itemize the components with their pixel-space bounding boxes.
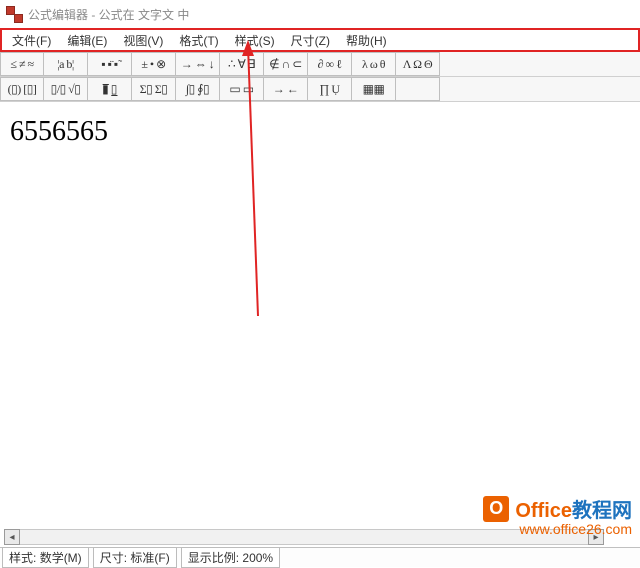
watermark-logo-icon: O — [483, 496, 509, 522]
template-toolbar-2: (▯) [▯] ▯/▯ √▯ ▮̅ ▯̲ Σ▯ Σ▯ ∫▯ ∮▯ ▭ ▭ → ←… — [0, 77, 640, 102]
menu-bar: 文件(F) 编辑(E) 视图(V) 格式(T) 样式(S) 尺寸(Z) 帮助(H… — [0, 28, 640, 52]
template-matrix-icon[interactable]: ▦▦ — [352, 77, 396, 101]
palette-operators-icon[interactable]: ± • ⊗ — [132, 52, 176, 76]
status-bar: 样式: 数学(M) 尺寸: 标准(F) 显示比例: 200% — [0, 547, 640, 567]
palette-greek-upper-icon[interactable]: Λ Ω Θ — [396, 52, 440, 76]
menu-view[interactable]: 视图(V) — [115, 30, 171, 51]
template-box-icon[interactable]: ▭ ▭ — [220, 77, 264, 101]
menu-size[interactable]: 尺寸(Z) — [283, 30, 338, 51]
app-icon — [6, 6, 22, 22]
status-size: 尺寸: 标准(F) — [93, 547, 177, 568]
menu-help[interactable]: 帮助(H) — [338, 30, 395, 51]
status-zoom-value: 200% — [242, 551, 273, 565]
palette-relational-icon[interactable]: ≤ ≠ ≈ — [0, 52, 44, 76]
editor-canvas[interactable]: 6556565 — [0, 102, 640, 543]
title-bar: 公式编辑器 - 公式在 文字文 中 — [0, 0, 640, 28]
palette-accents-icon[interactable]: ▪ ▪̈ ▪̃ — [88, 52, 132, 76]
status-zoom: 显示比例: 200% — [181, 547, 280, 568]
menu-style[interactable]: 样式(S) — [227, 30, 283, 51]
watermark-brand-b: 教程网 — [572, 500, 632, 522]
palette-arrows-icon[interactable]: → ⇔ ↓ — [176, 52, 220, 76]
menu-file[interactable]: 文件(F) — [4, 30, 59, 51]
menu-edit[interactable]: 编辑(E) — [59, 30, 115, 51]
palette-fences-icon[interactable]: ¦a b¦ — [44, 52, 88, 76]
watermark-url: www.office26.com — [483, 521, 632, 537]
watermark: O Office教程网 www.office26.com — [483, 494, 632, 537]
menu-format[interactable]: 格式(T) — [171, 30, 226, 51]
template-brackets-icon[interactable]: (▯) [▯] — [0, 77, 44, 101]
symbol-toolbar-1: ≤ ≠ ≈ ¦a b¦ ▪ ▪̈ ▪̃ ± • ⊗ → ⇔ ↓ ∴ ∀ ∃ ∉ … — [0, 52, 640, 77]
status-style-label: 样式: — [9, 551, 36, 565]
watermark-brand-a: Office — [515, 500, 572, 522]
window-title: 公式编辑器 - 公式在 文字文 中 — [28, 6, 189, 23]
scroll-left-button[interactable]: ◂ — [4, 529, 20, 545]
template-overunder-icon[interactable]: ▮̅ ▯̲ — [88, 77, 132, 101]
template-integral-icon[interactable]: ∫▯ ∮▯ — [176, 77, 220, 101]
palette-logic-icon[interactable]: ∴ ∀ ∃ — [220, 52, 264, 76]
status-size-label: 尺寸: — [100, 551, 127, 565]
template-product-icon[interactable]: ∏ Ụ — [308, 77, 352, 101]
formula-text: 6556565 — [10, 116, 108, 147]
template-blank-icon[interactable] — [396, 77, 440, 101]
template-fraction-icon[interactable]: ▯/▯ √▯ — [44, 77, 88, 101]
palette-settheory-icon[interactable]: ∉ ∩ ⊂ — [264, 52, 308, 76]
template-sum-icon[interactable]: Σ▯ Σ▯ — [132, 77, 176, 101]
status-style: 样式: 数学(M) — [2, 547, 89, 568]
status-style-value: 数学(M) — [40, 551, 82, 565]
status-zoom-label: 显示比例: — [188, 551, 239, 565]
status-size-value: 标准(F) — [130, 551, 169, 565]
template-arrows2-icon[interactable]: → ← — [264, 77, 308, 101]
palette-misc-icon[interactable]: ∂ ∞ ℓ — [308, 52, 352, 76]
palette-greek-lower-icon[interactable]: λ ω θ — [352, 52, 396, 76]
